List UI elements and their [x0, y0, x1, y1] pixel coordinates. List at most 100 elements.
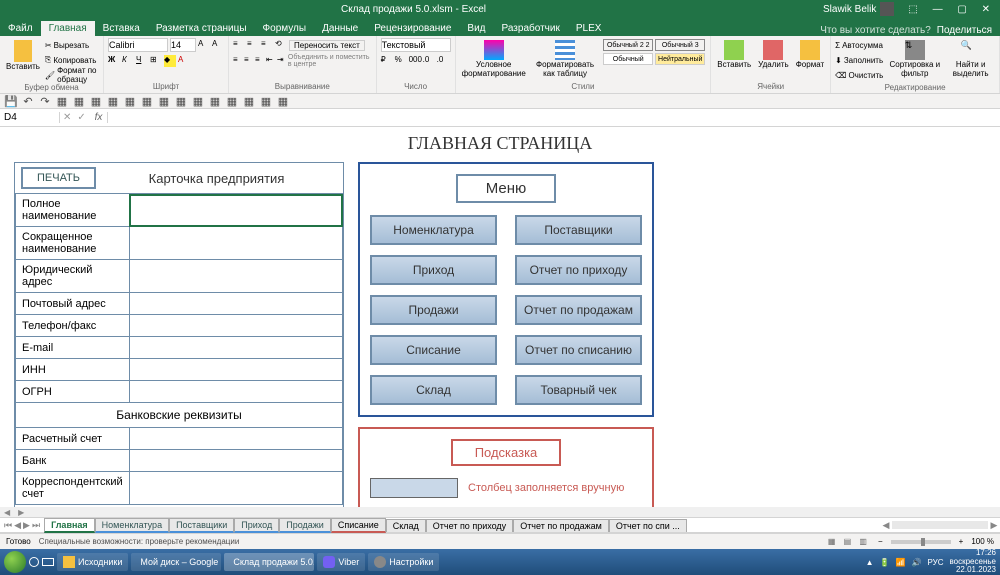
tray-icon[interactable]: 📶 [896, 558, 906, 567]
format-painter-button[interactable]: 🖌 Формат по образцу [45, 68, 99, 82]
fx-button[interactable]: fx [90, 112, 108, 123]
sheet-nav-next-icon[interactable]: ▶ [23, 520, 30, 531]
zoom-slider[interactable] [891, 540, 951, 544]
taskbar-search-icon[interactable] [29, 557, 39, 567]
qat-item[interactable]: ▦ [106, 95, 120, 108]
indent-dec-icon[interactable]: ⇤ [266, 55, 275, 67]
format-as-table-button[interactable]: Форматировать как таблицу [531, 38, 599, 81]
sheet-tab-writeoff[interactable]: Списание [331, 518, 386, 533]
scroll-left-icon[interactable]: ◀ [0, 508, 14, 517]
view-break-icon[interactable]: ▥ [856, 537, 870, 546]
bold-icon[interactable]: Ж [108, 55, 120, 67]
start-button[interactable] [4, 551, 26, 573]
tray-lang[interactable]: РУС [927, 558, 943, 567]
align-right-icon[interactable]: ≡ [255, 55, 264, 67]
sheet-nav-last-icon[interactable]: ⏭ [32, 520, 40, 531]
close-icon[interactable]: ✕ [976, 4, 996, 15]
sheet-tab-income[interactable]: Приход [234, 518, 279, 533]
menu-receipt[interactable]: Товарный чек [515, 375, 642, 405]
enter-icon[interactable]: ✓ [74, 112, 88, 123]
tab-layout[interactable]: Разметка страницы [148, 21, 255, 36]
style-normal22[interactable]: Обычный 2 2 [603, 39, 653, 51]
align-center-icon[interactable]: ≡ [244, 55, 253, 67]
style-normal3[interactable]: Обычный 3 [655, 39, 705, 51]
find-select-button[interactable]: 🔍Найти и выделить [946, 38, 995, 81]
qat-item[interactable]: ▦ [72, 95, 86, 108]
sheet-tab-nomenclature[interactable]: Номенклатура [95, 518, 169, 533]
currency-icon[interactable]: ₽ [381, 55, 393, 67]
cell-ogrn[interactable] [129, 381, 342, 403]
number-format-select[interactable] [381, 38, 451, 52]
qat-item[interactable]: ▦ [208, 95, 222, 108]
orientation-icon[interactable]: ⟲ [275, 39, 287, 51]
percent-icon[interactable]: % [395, 55, 407, 67]
sheet-tab-main[interactable]: Главная [44, 518, 95, 533]
cell-bank[interactable] [129, 450, 342, 472]
menu-warehouse[interactable]: Склад [370, 375, 497, 405]
dec-decimal-icon[interactable]: .0 [437, 55, 449, 67]
cell-corr-account[interactable] [129, 472, 342, 505]
hscroll-left-icon[interactable]: ◀ [880, 520, 892, 531]
scroll-right-icon[interactable]: ▶ [14, 508, 28, 517]
inc-decimal-icon[interactable]: .0 [423, 55, 435, 67]
tab-home[interactable]: Главная [41, 21, 95, 36]
tab-file[interactable]: Файл [0, 21, 41, 36]
zoom-in-icon[interactable]: + [959, 537, 964, 546]
cell-account[interactable] [129, 428, 342, 450]
share-button[interactable]: Поделиться [937, 25, 992, 36]
qat-item[interactable]: ▦ [89, 95, 103, 108]
sheet-tab-warehouse[interactable]: Склад [386, 519, 426, 532]
qat-item[interactable]: ▦ [174, 95, 188, 108]
sort-filter-button[interactable]: ⇅Сортировка и фильтр [886, 38, 943, 81]
tray-icon[interactable]: 🔊 [912, 558, 922, 567]
clear-button[interactable]: ⌫ Очистить [835, 68, 883, 82]
font-name-select[interactable] [108, 38, 168, 52]
cell-legal-addr[interactable] [129, 260, 342, 293]
qat-item[interactable]: ▦ [140, 95, 154, 108]
sheet-nav-first-icon[interactable]: ⏮ [4, 520, 12, 531]
cell-inn[interactable] [129, 359, 342, 381]
cell-post-addr[interactable] [129, 293, 342, 315]
autosum-button[interactable]: Σ Автосумма [835, 38, 883, 52]
align-left-icon[interactable]: ≡ [233, 55, 242, 67]
align-middle-icon[interactable]: ≡ [247, 39, 259, 51]
worksheet[interactable]: ГЛАВНАЯ СТРАНИЦА ПЕЧАТЬ Карточка предпри… [0, 127, 1000, 507]
sheet-nav-prev-icon[interactable]: ◀ [14, 520, 21, 531]
maximize-icon[interactable]: ▢ [951, 4, 972, 15]
qat-save-icon[interactable]: 💾 [4, 95, 18, 108]
tab-view[interactable]: Вид [459, 21, 493, 36]
ribbon-options-icon[interactable]: ⬚ [902, 4, 923, 15]
insert-cells-button[interactable]: Вставить [715, 38, 753, 72]
merge-center-button[interactable]: Объединить и поместить в центре [288, 54, 372, 68]
qat-item[interactable]: ▦ [191, 95, 205, 108]
user-account[interactable]: Slawik Belik [823, 2, 894, 16]
tray-icon[interactable]: 🔋 [880, 558, 890, 567]
task-item-settings[interactable]: Настройки [368, 553, 439, 571]
sheet-tab-writeoff-report[interactable]: Отчет по спи ... [609, 519, 687, 532]
align-top-icon[interactable]: ≡ [233, 39, 245, 51]
qat-item[interactable]: ▦ [123, 95, 137, 108]
fill-color-icon[interactable]: ◆ [164, 55, 176, 67]
name-box[interactable]: D4 [0, 112, 60, 123]
menu-income-report[interactable]: Отчет по приходу [515, 255, 642, 285]
tell-me[interactable]: Что вы хотите сделать? [820, 25, 931, 36]
font-color-icon[interactable]: A [178, 55, 190, 67]
qat-item[interactable]: ▦ [242, 95, 256, 108]
tab-developer[interactable]: Разработчик [494, 21, 568, 36]
taskbar-taskview-icon[interactable] [42, 558, 54, 566]
qat-item[interactable]: ▦ [276, 95, 290, 108]
menu-sales-report[interactable]: Отчет по продажам [515, 295, 642, 325]
border-icon[interactable]: ⊞ [150, 55, 162, 67]
zoom-level[interactable]: 100 % [971, 537, 994, 546]
cell-fullname[interactable] [129, 194, 342, 227]
menu-income[interactable]: Приход [370, 255, 497, 285]
font-size-select[interactable] [170, 38, 196, 52]
decrease-font-icon[interactable]: A [212, 39, 224, 51]
tab-formulas[interactable]: Формулы [255, 21, 315, 36]
style-neutral[interactable]: Нейтральный [655, 53, 705, 65]
format-cells-button[interactable]: Формат [794, 38, 826, 72]
qat-undo-icon[interactable]: ↶ [21, 95, 35, 108]
menu-nomenclature[interactable]: Номенклатура [370, 215, 497, 245]
align-bottom-icon[interactable]: ≡ [261, 39, 273, 51]
qat-item[interactable]: ▦ [259, 95, 273, 108]
